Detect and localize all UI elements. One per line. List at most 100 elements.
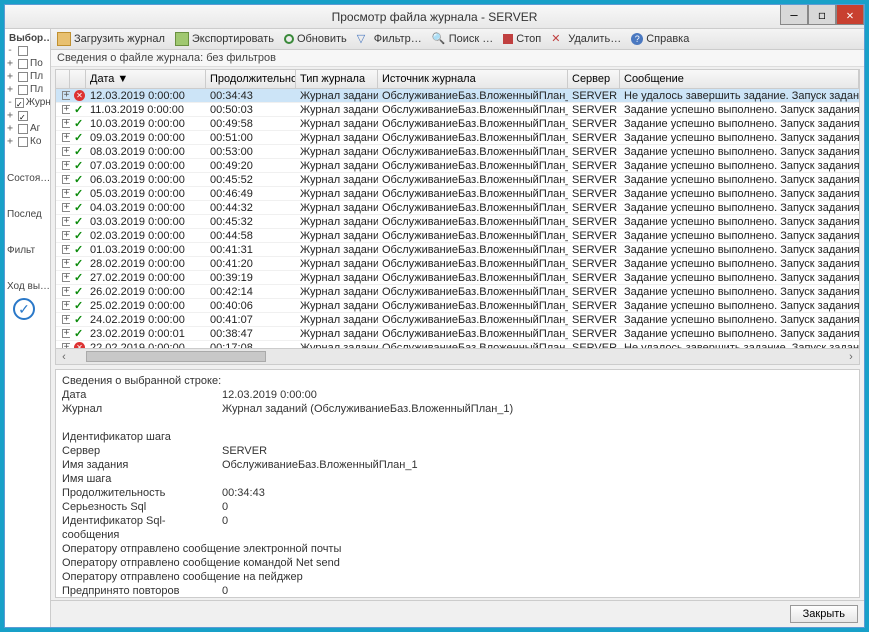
close-button[interactable]: ✕ — [836, 5, 864, 25]
expand-icon[interactable]: + — [7, 58, 16, 69]
titlebar[interactable]: Просмотр файла журнала - SERVER — ◻ ✕ — [5, 5, 864, 29]
delete-button[interactable]: ✕Удалить… — [551, 32, 621, 46]
table-row[interactable]: +✓25.02.2019 0:00:0000:40:06Журнал задан… — [56, 299, 859, 313]
expand-icon[interactable]: + — [62, 245, 70, 254]
expand-icon[interactable]: + — [62, 105, 70, 114]
expand-icon[interactable]: + — [62, 91, 70, 100]
col-source[interactable]: Источник журнала — [378, 70, 568, 88]
detail-stepid-label: Идентификатор шага — [62, 430, 853, 444]
table-row[interactable]: +✓08.03.2019 0:00:0000:53:00Журнал задан… — [56, 145, 859, 159]
col-date[interactable]: Дата ▼ — [86, 70, 206, 88]
toolbar: Загрузить журнал Экспортировать Обновить… — [51, 29, 864, 50]
table-row[interactable]: +✓06.03.2019 0:00:0000:45:52Журнал задан… — [56, 173, 859, 187]
expand-icon[interactable]: - — [7, 97, 13, 108]
table-row[interactable]: +✓04.03.2019 0:00:0000:44:32Журнал задан… — [56, 201, 859, 215]
filter-button[interactable]: ▽Фильтр… — [357, 32, 422, 46]
grid-body[interactable]: +✕12.03.2019 0:00:0000:34:43Журнал задан… — [56, 89, 859, 348]
checkbox[interactable] — [18, 46, 28, 56]
expand-icon[interactable]: + — [62, 231, 70, 240]
table-row[interactable]: +✓03.03.2019 0:00:0000:45:32Журнал задан… — [56, 215, 859, 229]
expand-icon[interactable]: + — [62, 147, 70, 156]
load-log-button[interactable]: Загрузить журнал — [57, 32, 165, 46]
expand-icon[interactable]: + — [62, 273, 70, 282]
checkbox[interactable] — [15, 98, 24, 108]
col-message[interactable]: Сообщение — [620, 70, 859, 88]
expand-icon[interactable]: + — [62, 203, 70, 212]
col-server[interactable]: Сервер — [568, 70, 620, 88]
expand-icon[interactable]: + — [62, 329, 70, 338]
tree-item[interactable]: +Аг — [7, 122, 50, 135]
expand-icon[interactable]: + — [62, 217, 70, 226]
tree-item[interactable]: +Ко — [7, 135, 50, 148]
scroll-left-icon[interactable]: ‹ — [56, 351, 72, 363]
tree-item[interactable]: - — [7, 44, 50, 57]
cell-server: SERVER — [568, 272, 620, 284]
scroll-right-icon[interactable]: › — [843, 351, 859, 363]
expand-icon[interactable]: + — [7, 71, 16, 82]
expand-icon[interactable]: + — [62, 119, 70, 128]
checkbox[interactable] — [18, 72, 28, 82]
expand-icon[interactable]: + — [7, 110, 16, 121]
expand-icon[interactable]: + — [62, 161, 70, 170]
table-row[interactable]: +✓11.03.2019 0:00:0000:50:03Журнал задан… — [56, 103, 859, 117]
stop-icon — [503, 34, 513, 44]
expand-icon[interactable]: + — [62, 189, 70, 198]
tree-item[interactable]: +По — [7, 57, 50, 70]
checkbox[interactable] — [18, 137, 28, 147]
checkbox[interactable] — [18, 59, 28, 69]
table-row[interactable]: +✕12.03.2019 0:00:0000:34:43Журнал задан… — [56, 89, 859, 103]
stop-button[interactable]: Стоп — [503, 33, 541, 45]
window-title: Просмотр файла журнала - SERVER — [332, 10, 538, 24]
expand-icon[interactable]: + — [62, 287, 70, 296]
col-type[interactable]: Тип журнала — [296, 70, 378, 88]
checkbox[interactable] — [18, 124, 28, 134]
table-row[interactable]: +✓07.03.2019 0:00:0000:49:20Журнал задан… — [56, 159, 859, 173]
scroll-thumb[interactable] — [86, 351, 266, 362]
table-row[interactable]: +✓28.02.2019 0:00:0000:41:20Журнал задан… — [56, 257, 859, 271]
export-button[interactable]: Экспортировать — [175, 32, 274, 46]
table-row[interactable]: +✓23.02.2019 0:00:0100:38:47Журнал задан… — [56, 327, 859, 341]
table-row[interactable]: +✓26.02.2019 0:00:0000:42:14Журнал задан… — [56, 285, 859, 299]
cell-date: 26.02.2019 0:00:00 — [86, 286, 206, 298]
cell-server: SERVER — [568, 202, 620, 214]
close-dialog-button[interactable]: Закрыть — [790, 605, 858, 623]
progress-ok-icon: ✓ — [13, 298, 35, 320]
col-duration[interactable]: Продолжительность — [206, 70, 296, 88]
col-expand[interactable] — [56, 70, 70, 88]
table-row[interactable]: +✓02.03.2019 0:00:0000:44:58Журнал задан… — [56, 229, 859, 243]
expand-icon[interactable]: + — [62, 133, 70, 142]
help-button[interactable]: ?Справка — [631, 33, 689, 45]
tree-item[interactable]: -Журн — [7, 96, 50, 109]
tree-item[interactable]: + — [7, 109, 50, 122]
col-status[interactable] — [70, 70, 86, 88]
h-scrollbar[interactable]: ‹ › — [56, 348, 859, 364]
expand-icon[interactable]: + — [7, 84, 16, 95]
table-row[interactable]: +✕22.02.2019 0:00:0000:17:08Журнал задан… — [56, 341, 859, 348]
cell-source: ОбслуживаниеБаз.ВложенныйПлан_1 — [378, 230, 568, 242]
tree-item[interactable]: +Пл — [7, 70, 50, 83]
folder-icon — [57, 32, 71, 46]
expand-icon[interactable]: + — [62, 259, 70, 268]
refresh-button[interactable]: Обновить — [284, 33, 347, 45]
cell-type: Журнал заданий — [296, 132, 378, 144]
expand-icon[interactable]: + — [62, 301, 70, 310]
expand-icon[interactable]: - — [7, 45, 16, 56]
expand-icon[interactable]: + — [7, 123, 16, 134]
table-row[interactable]: +✓09.03.2019 0:00:0000:51:00Журнал задан… — [56, 131, 859, 145]
table-row[interactable]: +✓05.03.2019 0:00:0000:46:49Журнал задан… — [56, 187, 859, 201]
expand-icon[interactable]: + — [62, 315, 70, 324]
cell-duration: 00:41:07 — [206, 314, 296, 326]
table-row[interactable]: +✓24.02.2019 0:00:0000:41:07Журнал задан… — [56, 313, 859, 327]
table-row[interactable]: +✓01.03.2019 0:00:0000:41:31Журнал задан… — [56, 243, 859, 257]
minimize-button[interactable]: — — [780, 5, 808, 25]
checkbox[interactable] — [18, 85, 28, 95]
cell-duration: 00:44:32 — [206, 202, 296, 214]
maximize-button[interactable]: ◻ — [808, 5, 836, 25]
expand-icon[interactable]: + — [7, 136, 16, 147]
table-row[interactable]: +✓10.03.2019 0:00:0000:49:58Журнал задан… — [56, 117, 859, 131]
table-row[interactable]: +✓27.02.2019 0:00:0000:39:19Журнал задан… — [56, 271, 859, 285]
search-button[interactable]: 🔍Поиск … — [432, 32, 494, 46]
tree-item[interactable]: +Пл — [7, 83, 50, 96]
expand-icon[interactable]: + — [62, 175, 70, 184]
checkbox[interactable] — [18, 111, 28, 121]
